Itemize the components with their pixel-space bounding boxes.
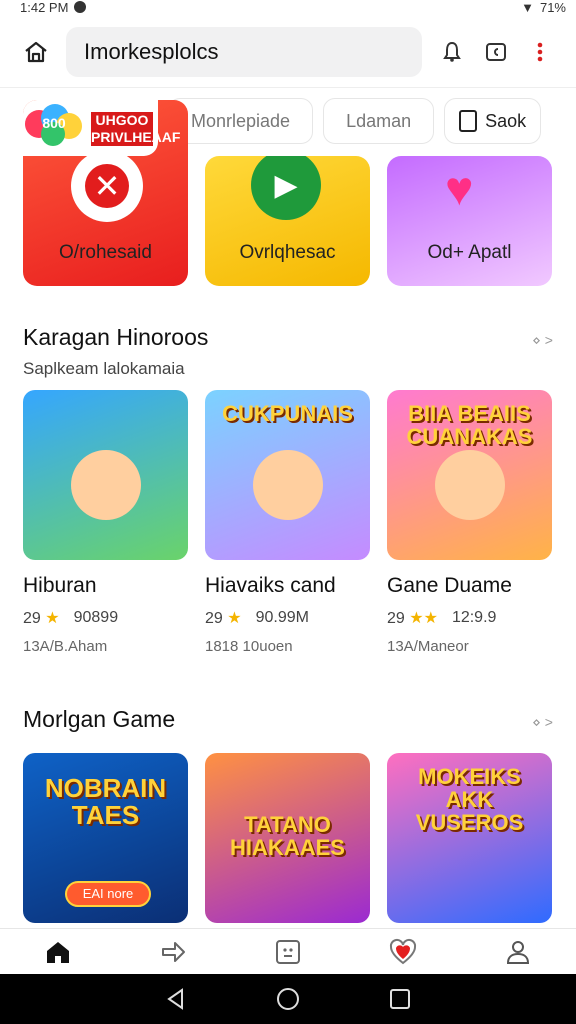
- play-icon: ▶: [251, 156, 321, 220]
- game-count: 90.99M: [255, 609, 309, 626]
- character-art: [71, 450, 141, 520]
- game-card[interactable]: CUKPUNAIS Hiavaiks cand 29 ★ 90.99M 1818…: [205, 390, 370, 655]
- section-title-1: Karagan Hinoroos: [23, 324, 209, 350]
- thumb-title: MOKEIKS AKK VUSEROS: [415, 764, 524, 836]
- promo-label-2: Ovrlqhesac: [239, 242, 336, 263]
- promo-card-2[interactable]: ▶ Ovrlqhesac: [205, 156, 370, 286]
- game-card[interactable]: MOKEIKS AKK VUSEROS: [387, 753, 552, 923]
- balloon-text: 800: [42, 115, 66, 131]
- game-card[interactable]: TATANO HIAKAAES: [205, 753, 370, 923]
- game-thumbnail: BIIA BEAIIS CUANAKAS: [387, 390, 552, 560]
- promo-card-1[interactable]: 800 UHGOO PRIVLHEAAF ✕ O/rohesaid: [23, 100, 188, 286]
- balloons-icon: 800: [25, 104, 82, 146]
- promo-card-3[interactable]: ♥ Od+ Apatl: [387, 156, 552, 286]
- game-name: Gane Duame: [387, 574, 512, 597]
- game-name: Hiburan: [23, 574, 97, 597]
- top-app-bar: Imorkesplolcs: [0, 16, 576, 88]
- status-time: 1:42 PM: [20, 0, 69, 14]
- game-name: Hiavaiks cand: [205, 574, 336, 597]
- status-bar: 1:42 PM ▼ 71%: [0, 0, 576, 14]
- game-row-1: Hiburan 29 ★ 90899 13A/B.Aham CUKPUNAIS …: [23, 390, 576, 655]
- section-more-1[interactable]: ⋄ >: [532, 332, 553, 349]
- nav-explore-icon[interactable]: [153, 932, 193, 972]
- section-title-2: Morlgan Game: [23, 706, 176, 732]
- game-rating: 29: [23, 610, 41, 627]
- promo-row: 800 UHGOO PRIVLHEAAF ✕ O/rohesaid ▶ Ovrl…: [23, 100, 553, 286]
- game-thumbnail: TATANO HIAKAAES: [205, 753, 370, 923]
- star-icon: ★: [227, 610, 242, 627]
- nav-favorites-icon[interactable]: [383, 932, 423, 972]
- game-count: 12:9.9: [451, 609, 497, 626]
- promo-label-3: Od+ Apatl: [427, 242, 512, 263]
- search-text: Imorkesplolcs: [84, 38, 219, 64]
- game-card[interactable]: BIIA BEAIIS CUANAKAS Gane Duame 29 ★★ 12…: [387, 390, 552, 655]
- thumb-title: NOBRAIN TAES: [44, 773, 167, 831]
- section-more-2[interactable]: ⋄ >: [532, 714, 553, 731]
- nav-home-icon[interactable]: [38, 932, 78, 972]
- game-rating: 29: [387, 610, 405, 627]
- promo-label-1: O/rohesaid: [59, 242, 152, 263]
- notification-icon: [74, 1, 87, 13]
- search-input[interactable]: Imorkesplolcs: [66, 26, 422, 77]
- character-art: [435, 450, 505, 520]
- game-rating: 29: [205, 610, 223, 627]
- game-card[interactable]: Hiburan 29 ★ 90899 13A/B.Aham: [23, 390, 188, 655]
- game-thumbnail: NOBRAIN TAES EAI nore: [23, 753, 188, 923]
- star-icon: ★: [45, 610, 60, 627]
- game-count: 90899: [73, 609, 119, 626]
- game-card[interactable]: NOBRAIN TAES EAI nore: [23, 753, 188, 923]
- play-now-pill[interactable]: EAI nore: [65, 881, 151, 907]
- heart-badge: ✕: [71, 150, 143, 222]
- game-sub: 1818 10uoen: [205, 638, 293, 655]
- thumb-title: CUKPUNAIS: [222, 401, 353, 426]
- character-art: [253, 450, 323, 520]
- recents-icon[interactable]: [387, 986, 413, 1012]
- thumb-title: TATANO HIAKAAES: [230, 812, 345, 861]
- home-icon[interactable]: [16, 32, 56, 72]
- game-sub: 13A/B.Aham: [23, 638, 108, 655]
- bell-icon[interactable]: [432, 32, 472, 72]
- heart-icon: ♥: [445, 163, 474, 216]
- cast-icon[interactable]: [476, 32, 516, 72]
- game-row-2: NOBRAIN TAES EAI nore TATANO HIAKAAES MO…: [23, 753, 576, 923]
- close-x-icon: ✕: [85, 164, 129, 208]
- game-thumbnail: CUKPUNAIS: [205, 390, 370, 560]
- game-sub: 13A/Maneor: [387, 638, 469, 655]
- star-icon: ★★: [409, 610, 438, 627]
- section-subtitle-1: Saplkeam lalokamaia: [23, 359, 185, 378]
- brand-logo-text: UHGOO PRIVLHEAAF: [91, 112, 181, 146]
- bottom-nav: [0, 928, 576, 974]
- section-header-2: Morlgan Game ⋄ >: [23, 706, 553, 733]
- back-icon[interactable]: [163, 986, 189, 1012]
- game-thumbnail: MOKEIKS AKK VUSEROS: [387, 753, 552, 923]
- section-header-1: Karagan Hinoroos Saplkeam lalokamaia ⋄ >: [23, 324, 553, 379]
- battery-text: 71%: [539, 0, 566, 14]
- more-vert-icon[interactable]: [520, 32, 560, 72]
- game-thumbnail: [23, 390, 188, 560]
- thumb-title: BIIA BEAIIS CUANAKAS: [406, 401, 533, 450]
- wifi-icon: ▼: [521, 0, 534, 14]
- nav-profile-icon[interactable]: [498, 932, 538, 972]
- nav-games-icon[interactable]: [268, 932, 308, 972]
- home-circle-icon[interactable]: [275, 986, 301, 1012]
- system-nav-bar: [0, 974, 576, 1024]
